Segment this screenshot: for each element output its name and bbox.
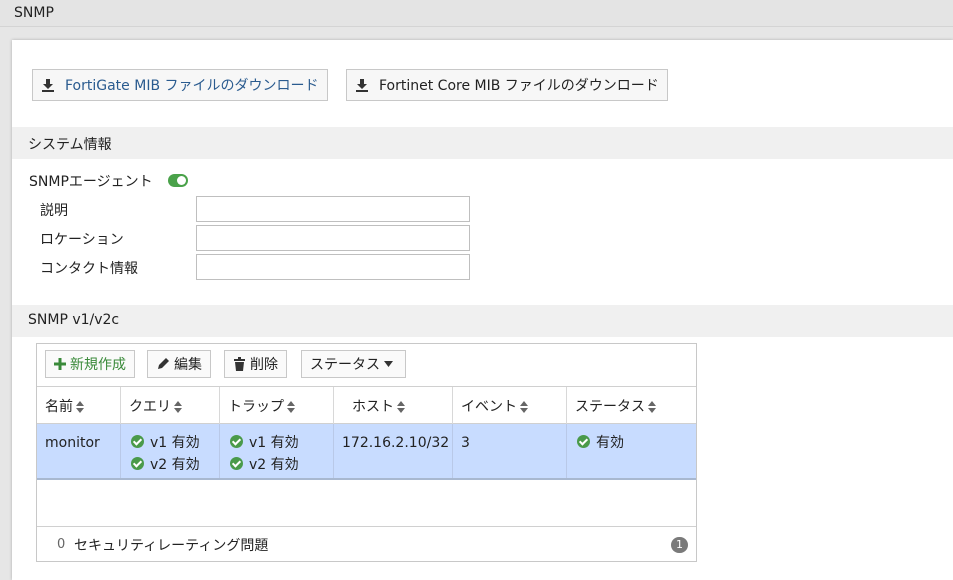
- edit-button[interactable]: 編集: [147, 350, 211, 378]
- caret-down-icon: [384, 361, 393, 367]
- download-fortinet-core-mib-button[interactable]: Fortinet Core MIB ファイルのダウンロード: [346, 69, 668, 101]
- sort-icon: [520, 401, 528, 413]
- snmp-communities-table: 新規作成 編集 削除 ステータス 名前 クエリ トラップ ホスト イベント ステ…: [36, 343, 697, 562]
- download-fortigate-mib-button[interactable]: FortiGate MIB ファイルのダウンロード: [32, 69, 328, 101]
- sort-icon: [397, 401, 405, 413]
- system-info-header: システム情報: [12, 127, 953, 159]
- column-header-query[interactable]: クエリ: [121, 387, 220, 424]
- name-text: monitor: [45, 435, 100, 451]
- table-footer: 0 セキュリティレーティング問題 1: [37, 526, 696, 561]
- table-header: 名前 クエリ トラップ ホスト イベント ステータス: [37, 386, 696, 424]
- sort-icon: [648, 401, 656, 413]
- status-text: 有効: [596, 435, 624, 451]
- check-circle-icon: [577, 435, 590, 448]
- pencil-icon: [158, 358, 169, 369]
- trash-icon: [234, 357, 245, 371]
- column-header-events[interactable]: イベント: [453, 387, 567, 424]
- contact-info-label: コンタクト情報: [40, 261, 138, 277]
- table-row[interactable]: monitor v1 有効 v2 有効 v1 有効 v2 有効 172.16.2…: [37, 424, 696, 480]
- column-header-label: ホスト: [352, 399, 394, 415]
- sort-icon: [287, 401, 295, 413]
- security-rating-count: 0: [57, 537, 66, 552]
- query-v2-text: v2 有効: [150, 457, 200, 473]
- cell-status: 有効: [567, 424, 696, 478]
- location-input[interactable]: [196, 225, 470, 251]
- download-fortinet-core-mib-label: Fortinet Core MIB ファイルのダウンロード: [379, 78, 659, 94]
- trap-v2-text: v2 有効: [249, 457, 299, 473]
- sort-icon: [174, 401, 182, 413]
- column-header-label: トラップ: [228, 399, 284, 415]
- column-header-trap[interactable]: トラップ: [220, 387, 334, 424]
- delete-button[interactable]: 削除: [224, 350, 287, 378]
- column-header-status[interactable]: ステータス: [567, 387, 696, 424]
- column-header-name[interactable]: 名前: [37, 387, 121, 424]
- delete-label: 削除: [250, 357, 278, 373]
- check-circle-icon: [131, 457, 144, 470]
- create-new-label: 新規作成: [70, 357, 126, 373]
- cell-events: 3: [453, 424, 567, 478]
- snmp-panel: FortiGate MIB ファイルのダウンロード Fortinet Core …: [12, 40, 953, 580]
- description-label: 説明: [40, 203, 68, 219]
- host-text: 172.16.2.10/32: [342, 435, 450, 451]
- events-text: 3: [461, 435, 470, 451]
- security-rating-issues-link[interactable]: セキュリティレーティング問題: [74, 535, 268, 555]
- snmp-agent-label: SNMPエージェント: [29, 174, 153, 190]
- cell-trap: v1 有効 v2 有効: [220, 424, 334, 478]
- status-dropdown-label: ステータス: [310, 357, 380, 373]
- location-label: ロケーション: [40, 232, 124, 248]
- status-dropdown-button[interactable]: ステータス: [301, 350, 406, 378]
- download-icon: [42, 79, 54, 92]
- check-circle-icon: [230, 457, 243, 470]
- cell-query: v1 有効 v2 有効: [121, 424, 220, 478]
- top-bar: SNMP: [0, 0, 953, 27]
- column-header-label: クエリ: [129, 399, 171, 415]
- create-new-button[interactable]: 新規作成: [45, 350, 135, 378]
- check-circle-icon: [230, 435, 243, 448]
- query-v1-text: v1 有効: [150, 435, 200, 451]
- column-header-label: イベント: [461, 399, 517, 415]
- cell-name: monitor: [37, 424, 121, 478]
- column-header-label: 名前: [45, 399, 73, 415]
- page-title: SNMP: [14, 5, 54, 21]
- download-fortigate-mib-label: FortiGate MIB ファイルのダウンロード: [65, 78, 319, 94]
- trap-v1-text: v1 有効: [249, 435, 299, 451]
- check-circle-icon: [131, 435, 144, 448]
- plus-icon: [54, 358, 66, 370]
- sort-icon: [76, 401, 84, 413]
- edit-label: 編集: [174, 357, 202, 373]
- row-count-badge: 1: [671, 537, 688, 553]
- column-header-label: ステータス: [575, 399, 645, 415]
- description-input[interactable]: [196, 196, 470, 222]
- snmp-agent-toggle[interactable]: [168, 174, 188, 187]
- snmp-v1v2c-header: SNMP v1/v2c: [12, 305, 953, 337]
- contact-info-input[interactable]: [196, 254, 470, 280]
- download-icon: [356, 79, 368, 92]
- cell-host: 172.16.2.10/32: [334, 424, 453, 478]
- column-header-host[interactable]: ホスト: [334, 387, 453, 424]
